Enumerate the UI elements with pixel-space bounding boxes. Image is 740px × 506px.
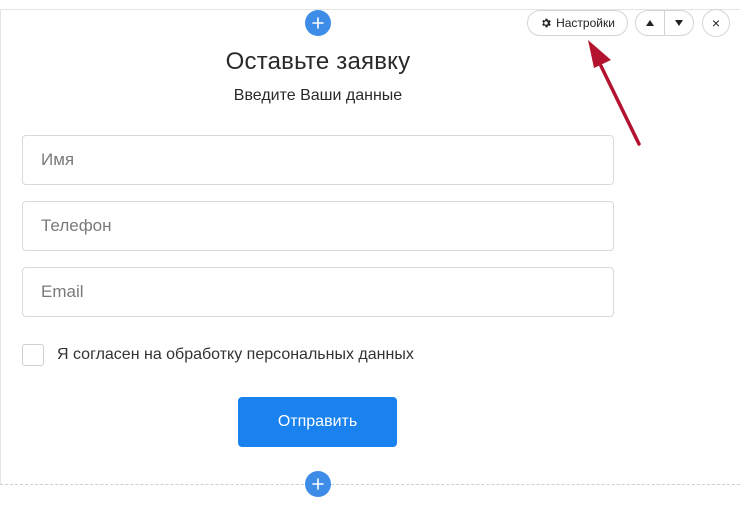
move-block-controls <box>635 10 694 36</box>
form-title: Оставьте заявку <box>225 48 411 75</box>
settings-button[interactable]: Настройки <box>527 10 628 36</box>
triangle-down-icon <box>675 20 683 26</box>
plus-icon <box>312 17 324 29</box>
gear-icon <box>542 18 551 28</box>
email-field[interactable] <box>22 267 614 317</box>
block-left-border <box>0 9 1 484</box>
phone-field[interactable] <box>22 201 614 251</box>
close-button[interactable]: × <box>702 9 730 37</box>
consent-checkbox[interactable] <box>22 344 44 366</box>
triangle-up-icon <box>646 20 654 26</box>
plus-icon <box>312 478 324 490</box>
page-canvas: Настройки × Оставьте заявку Введите Ваши… <box>0 0 740 506</box>
settings-button-label: Настройки <box>556 16 615 30</box>
consent-row: Я согласен на обработку персональных дан… <box>22 344 414 366</box>
close-icon: × <box>711 15 721 31</box>
submit-button[interactable]: Отправить <box>238 397 397 447</box>
move-up-button[interactable] <box>636 11 664 35</box>
add-block-above-button[interactable] <box>305 10 331 36</box>
name-field[interactable] <box>22 135 614 185</box>
block-top-border <box>0 9 740 10</box>
form-subtitle: Введите Ваши данные <box>233 87 403 104</box>
move-down-button[interactable] <box>664 11 693 35</box>
consent-label: Я согласен на обработку персональных дан… <box>57 346 414 363</box>
add-block-below-button[interactable] <box>305 471 331 497</box>
block-bottom-divider <box>0 484 740 485</box>
